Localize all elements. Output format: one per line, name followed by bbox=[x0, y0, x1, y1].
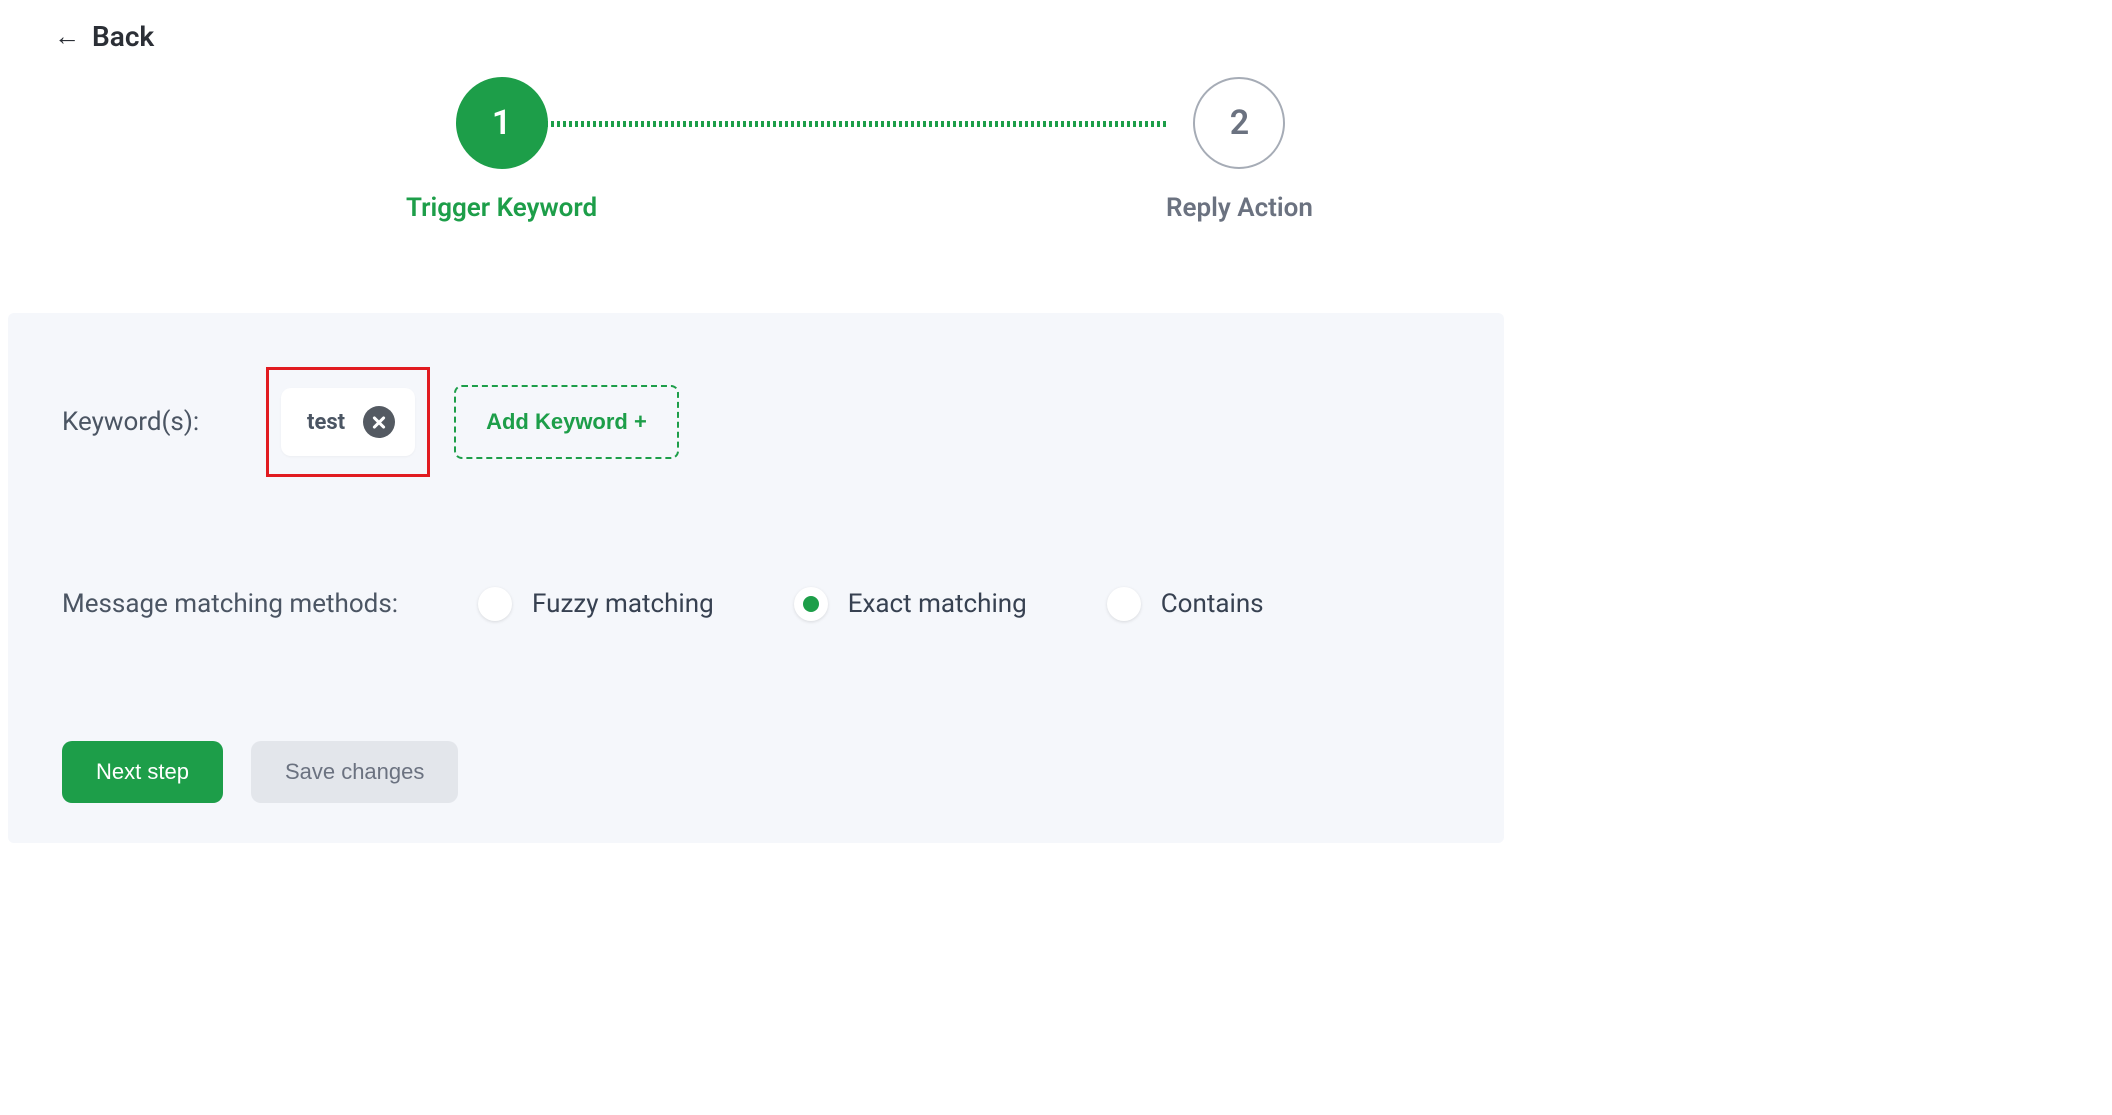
step-number: 1 bbox=[492, 103, 511, 143]
step-label: Reply Action bbox=[1166, 193, 1313, 223]
matching-row: Message matching methods: Fuzzy matching… bbox=[62, 587, 1450, 621]
stepper-connector bbox=[498, 121, 1166, 127]
add-keyword-button[interactable]: Add Keyword + bbox=[454, 385, 679, 459]
radio-label: Contains bbox=[1161, 589, 1264, 619]
back-label: Back bbox=[92, 20, 154, 53]
remove-keyword-icon[interactable] bbox=[363, 406, 395, 438]
radio-dot bbox=[478, 587, 512, 621]
keywords-row: Keyword(s): test Add Keyword + bbox=[62, 367, 1450, 477]
back-link[interactable]: ← Back bbox=[0, 0, 154, 53]
radio-contains[interactable]: Contains bbox=[1107, 587, 1264, 621]
step-trigger-keyword[interactable]: 1 Trigger Keyword bbox=[406, 77, 597, 223]
form-card: Keyword(s): test Add Keyword + Message m… bbox=[8, 313, 1504, 843]
keyword-highlight: test bbox=[266, 367, 430, 477]
arrow-left-icon: ← bbox=[54, 24, 80, 50]
step-number: 2 bbox=[1230, 103, 1249, 143]
matching-radio-group: Fuzzy matching Exact matching Contains bbox=[478, 587, 1264, 621]
step-label: Trigger Keyword bbox=[406, 193, 597, 223]
keywords-label: Keyword(s): bbox=[62, 407, 232, 437]
keyword-chip[interactable]: test bbox=[281, 388, 415, 456]
radio-label: Fuzzy matching bbox=[532, 589, 714, 619]
radio-fuzzy-matching[interactable]: Fuzzy matching bbox=[478, 587, 714, 621]
save-changes-button[interactable]: Save changes bbox=[251, 741, 458, 803]
radio-label: Exact matching bbox=[848, 589, 1027, 619]
matching-label: Message matching methods: bbox=[62, 589, 398, 619]
step-number-circle: 2 bbox=[1193, 77, 1285, 169]
radio-exact-matching[interactable]: Exact matching bbox=[794, 587, 1027, 621]
radio-dot bbox=[1107, 587, 1141, 621]
stepper: 1 Trigger Keyword 2 Reply Action bbox=[156, 77, 1356, 257]
step-number-circle: 1 bbox=[456, 77, 548, 169]
step-reply-action[interactable]: 2 Reply Action bbox=[1166, 77, 1313, 223]
next-step-button[interactable]: Next step bbox=[62, 741, 223, 803]
radio-dot bbox=[794, 587, 828, 621]
keyword-text: test bbox=[307, 410, 345, 435]
form-actions: Next step Save changes bbox=[62, 741, 1450, 803]
